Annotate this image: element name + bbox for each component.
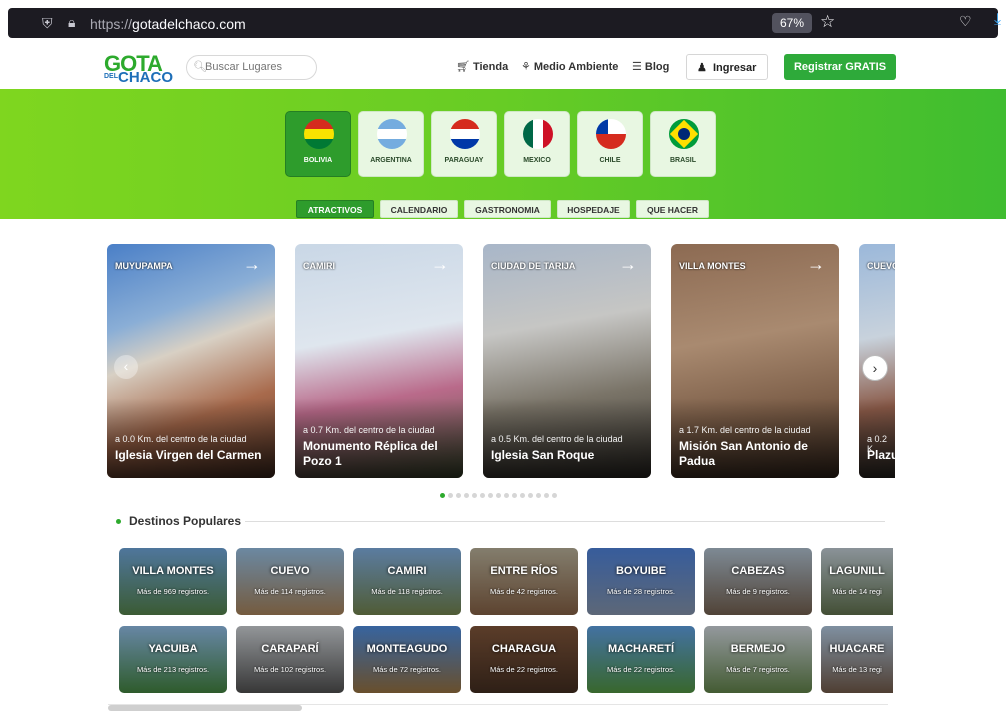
brasil-flag-icon [669,119,699,149]
pagination-dot[interactable] [496,493,501,498]
mexico-flag-icon [523,119,553,149]
destination-tile[interactable]: CARAPARÍ Más de 102 registros. [236,626,344,693]
destination-tile[interactable]: BOYUIBE Más de 28 registros. [587,548,695,615]
pagination-dot[interactable] [512,493,517,498]
user-icon: ♟ [697,62,707,74]
nav-medio-ambiente[interactable]: ⚘ Medio Ambiente [521,60,618,73]
card-distance: a 1.7 Km. del centro de la ciudad [679,425,811,435]
card-title: Iglesia Virgen del Carmen [115,448,262,462]
destination-tile[interactable]: CUEVO Más de 114 registros. [236,548,344,615]
argentina-flag-icon [377,119,407,149]
carousel-prev-button[interactable]: ‹ [114,355,138,379]
pagination-dot[interactable] [552,493,557,498]
arrow-right-icon[interactable]: → [807,254,825,275]
section-title: Destinos Populares [116,514,241,528]
pagination-dot[interactable] [464,493,469,498]
destination-tile[interactable]: ENTRE RÍOS Más de 42 registros. [470,548,578,615]
tab-calendario[interactable]: CALENDARIO [380,200,458,218]
destination-tile[interactable]: MONTEAGUDO Más de 72 registros. [353,626,461,693]
pagination-dot[interactable] [520,493,525,498]
browser-toolbar: ⛨ 🔒︎ https://gotadelchaco.com 67% ☆ ♡ ⤓ [0,0,1006,46]
pagination-dot[interactable] [536,493,541,498]
arrow-right-icon[interactable]: → [619,254,637,275]
carousel-next-button[interactable]: › [862,355,888,381]
card-title: Iglesia San Roque [491,448,595,462]
pagination-dot[interactable] [440,493,445,498]
bookmark-star-icon[interactable]: ☆ [820,12,835,32]
paraguay-flag-icon [450,119,480,149]
login-button[interactable]: ♟ Ingresar [686,54,768,80]
chevron-right-icon: › [872,360,878,376]
destination-tile[interactable]: HUACARE Más de 13 regi [821,626,893,693]
leaf-icon: ⚘ [521,61,531,73]
search-box[interactable]: 🔍︎ [186,55,317,80]
pagination-dot[interactable] [480,493,485,498]
pagination-dot[interactable] [472,493,477,498]
bolivia-flag-icon [304,119,334,149]
card-category: VILLA MONTES [679,261,746,271]
card-category: CIUDAD DE TARIJA [491,261,576,271]
pagination-dot[interactable] [448,493,453,498]
arrow-right-icon[interactable]: → [431,254,449,275]
divider [245,521,885,522]
attraction-card[interactable]: CIUDAD DE TARIJA → a 0.5 Km. del centro … [483,244,651,478]
nav-tienda[interactable]: 🛒︎ Tienda [456,60,508,73]
site-header: GOTA DEL CHACO 🔍︎ 🛒︎Tienda ⚘Medio Ambien… [0,46,1006,89]
destination-tile[interactable]: BERMEJO Más de 7 registros. [704,626,812,693]
destination-tile[interactable]: CABEZAS Más de 9 registros. [704,548,812,615]
lock-icon[interactable]: 🔒︎ [68,14,75,31]
search-input[interactable] [205,61,313,73]
pagination-dot[interactable] [528,493,533,498]
tab-gastronomia[interactable]: GASTRONOMIA [464,200,551,218]
register-button[interactable]: Registrar GRATIS [784,54,896,80]
country-selector-band: BOLIVIA ARGENTINA PARAGUAY MEXICO CHILE … [0,89,1006,219]
horizontal-scrollbar[interactable] [108,705,302,711]
destination-tile[interactable]: YACUIBA Más de 213 registros. [119,626,227,693]
pagination-dot[interactable] [488,493,493,498]
card-title: Misión San Antonio de Padua [679,439,808,468]
shield-icon[interactable]: ⛨ [42,15,53,32]
card-title: Monumento Réplica del Pozo 1 [303,439,438,468]
destination-tile[interactable]: CAMIRI Más de 118 registros. [353,548,461,615]
arrow-right-icon[interactable]: → [243,254,261,275]
country-brasil[interactable]: BRASIL [650,111,716,177]
attraction-card[interactable]: VILLA MONTES → a 1.7 Km. del centro de l… [671,244,839,478]
chevron-left-icon: ‹ [123,358,129,374]
url-text[interactable]: https://gotadelchaco.com [90,16,246,32]
card-category: MUYUPAMPA [115,261,173,271]
tab-que-hacer[interactable]: QUE HACER [636,200,709,218]
pagination-dot[interactable] [456,493,461,498]
site-logo[interactable]: GOTA DEL CHACO [104,51,174,86]
card-distance: a 0.0 Km. del centro de la ciudad [115,434,247,444]
card-title: Plazu [867,448,895,462]
destination-tile[interactable]: VILLA MONTES Más de 969 registros. [119,548,227,615]
attraction-card[interactable]: CAMIRI → a 0.7 Km. del centro de la ciud… [295,244,463,478]
tab-atractivos[interactable]: ATRACTIVOS [296,200,374,218]
pocket-icon[interactable]: ♡ [959,13,972,30]
nav-blog[interactable]: ☰ Blog [632,60,669,73]
country-mexico[interactable]: MEXICO [504,111,570,177]
cart-icon: 🛒︎ [456,61,470,73]
destination-tile[interactable]: CHARAGUA Más de 22 registros. [470,626,578,693]
zoom-indicator[interactable]: 67% [772,13,813,33]
destination-tile[interactable]: LAGUNILL Más de 14 regi [821,548,893,615]
tab-hospedaje[interactable]: HOSPEDAJE [557,200,630,218]
pagination-dot[interactable] [504,493,509,498]
carousel-pagination [440,485,560,498]
blog-icon: ☰ [632,61,642,73]
download-icon[interactable]: ⤓ [994,11,1001,29]
card-distance: a 0.7 Km. del centro de la ciudad [303,425,435,435]
destination-tile[interactable]: MACHARETÍ Más de 22 registros. [587,626,695,693]
card-category: CAMIRI [303,261,335,271]
country-chile[interactable]: CHILE [577,111,643,177]
country-argentina[interactable]: ARGENTINA [358,111,424,177]
pagination-dot[interactable] [544,493,549,498]
country-bolivia[interactable]: BOLIVIA [285,111,351,177]
chile-flag-icon [596,119,626,149]
card-category: CUEVO [867,261,895,271]
address-bar[interactable]: ⛨ 🔒︎ https://gotadelchaco.com 67% ☆ ♡ ⤓ [8,8,1001,38]
country-paraguay[interactable]: PARAGUAY [431,111,497,177]
card-distance: a 0.5 Km. del centro de la ciudad [491,434,623,444]
